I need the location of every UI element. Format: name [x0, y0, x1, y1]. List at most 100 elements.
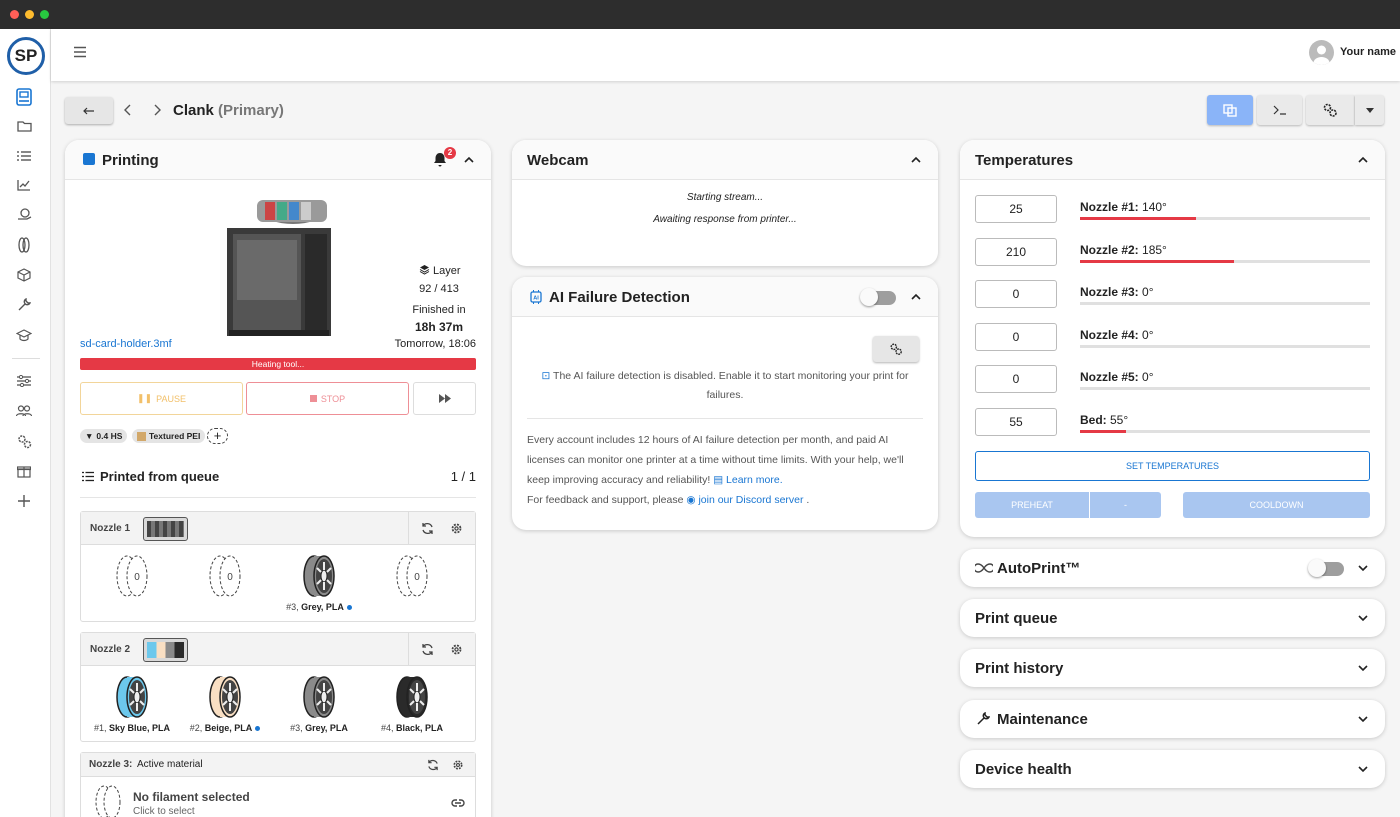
- click-to-select-label[interactable]: Click to select: [133, 806, 195, 817]
- ai-toggle[interactable]: [860, 288, 896, 306]
- stop-button[interactable]: STOP: [246, 382, 409, 415]
- queue-title: Printed from queue: [100, 469, 220, 484]
- nozzle-1-ams-icon[interactable]: [143, 517, 188, 541]
- expand-chevron-icon[interactable]: [1357, 562, 1369, 574]
- filament-spool[interactable]: [207, 675, 243, 719]
- print-history-accordion[interactable]: Print history: [960, 649, 1385, 687]
- avatar[interactable]: [1309, 40, 1334, 65]
- files-icon[interactable]: [15, 117, 33, 135]
- collapse-chevron-icon[interactable]: [1357, 154, 1369, 166]
- spool-hand-icon[interactable]: [15, 206, 33, 224]
- temperature-input[interactable]: 25: [975, 195, 1057, 223]
- device-health-accordion[interactable]: Device health: [960, 750, 1385, 788]
- back-button[interactable]: [65, 97, 113, 124]
- add-icon[interactable]: [15, 492, 33, 510]
- finished-time: Tomorrow, 18:06: [394, 338, 476, 350]
- academy-cap-icon[interactable]: [15, 326, 33, 344]
- finished-value: 18h 37m: [414, 320, 464, 334]
- integrations-gears-icon[interactable]: [15, 432, 33, 450]
- maintenance-accordion[interactable]: Maintenance: [960, 700, 1385, 738]
- temperature-input[interactable]: 210: [975, 238, 1057, 266]
- queue-count: 1 / 1: [450, 469, 476, 484]
- notification-badge: 2: [444, 147, 456, 159]
- queue-list-icon[interactable]: [15, 147, 33, 165]
- refresh-icon[interactable]: [421, 522, 434, 538]
- printers-icon[interactable]: [15, 88, 33, 106]
- autoprint-accordion[interactable]: AutoPrint™: [960, 549, 1385, 587]
- file-link[interactable]: sd-card-holder.3mf: [80, 338, 172, 350]
- gear-icon[interactable]: [452, 759, 464, 774]
- link-icon[interactable]: [451, 797, 465, 811]
- expand-chevron-icon[interactable]: [1357, 713, 1369, 725]
- collapse-chevron-icon[interactable]: [463, 154, 475, 166]
- filament-spool[interactable]: [301, 554, 337, 598]
- nozzle-2-divider: [408, 633, 409, 666]
- stop-label: STOP: [320, 393, 346, 404]
- temperature-input[interactable]: 0: [975, 323, 1057, 351]
- filament-icon[interactable]: [15, 236, 33, 254]
- temperature-label: Nozzle #5: 0°: [1080, 370, 1154, 384]
- progress-text: Heating tool...: [251, 359, 305, 369]
- page-title: Clank (Primary): [173, 102, 284, 119]
- previous-printer-chevron-icon[interactable]: [124, 104, 132, 119]
- preheat-preset-select[interactable]: -: [1090, 492, 1161, 518]
- more-dropdown-button[interactable]: [1355, 95, 1384, 125]
- nozzle-chip[interactable]: ▼ 0.4 HS: [80, 429, 128, 443]
- preheat-button[interactable]: PREHEAT: [975, 492, 1089, 518]
- settings-gears-button[interactable]: [1306, 95, 1354, 125]
- gear-icon[interactable]: [450, 643, 463, 659]
- no-filament-label[interactable]: No filament selected: [133, 790, 250, 804]
- next-printer-chevron-icon[interactable]: [153, 104, 161, 119]
- temperature-input[interactable]: 55: [975, 408, 1057, 436]
- refresh-icon[interactable]: [421, 643, 434, 659]
- temperature-input[interactable]: 0: [975, 280, 1057, 308]
- skip-forward-button[interactable]: [413, 382, 476, 415]
- printer-view-button[interactable]: [1207, 95, 1253, 125]
- menu-icon[interactable]: [73, 46, 87, 60]
- refresh-icon[interactable]: [427, 759, 439, 774]
- wrench-icon[interactable]: [15, 296, 33, 314]
- empty-spool-slot[interactable]: 0: [394, 554, 430, 598]
- empty-spool-slot[interactable]: 0: [114, 554, 150, 598]
- ai-title: AI Failure Detection: [549, 289, 690, 306]
- learn-more-link[interactable]: Learn more.: [726, 474, 783, 486]
- filament-spool[interactable]: [301, 675, 337, 719]
- temperature-bar: [1080, 430, 1370, 433]
- print-queue-accordion[interactable]: Print queue: [960, 599, 1385, 637]
- model-cube-icon[interactable]: [15, 266, 33, 284]
- expand-chevron-icon[interactable]: [1357, 763, 1369, 775]
- maximize-window-button[interactable]: [40, 10, 49, 19]
- add-chip-button[interactable]: +: [207, 428, 228, 444]
- expand-chevron-icon[interactable]: [1357, 612, 1369, 624]
- filament-spool[interactable]: [114, 675, 150, 719]
- ai-settings-button[interactable]: [873, 336, 919, 362]
- team-icon[interactable]: [15, 402, 33, 420]
- temperature-input[interactable]: 0: [975, 365, 1057, 393]
- collapse-chevron-icon[interactable]: [910, 154, 922, 166]
- statistics-icon[interactable]: [15, 176, 33, 194]
- gear-icon[interactable]: [450, 522, 463, 538]
- set-temperatures-button[interactable]: SET TEMPERATURES: [975, 451, 1370, 481]
- empty-spool-slot[interactable]: 0: [207, 554, 243, 598]
- username[interactable]: Your name: [1340, 46, 1396, 58]
- ai-toggle-knob: [860, 288, 878, 306]
- collapse-chevron-icon[interactable]: [910, 291, 922, 303]
- sidebar: SP: [0, 29, 51, 817]
- nozzle-2-ams-icon[interactable]: [143, 638, 188, 662]
- cooldown-button[interactable]: COOLDOWN: [1183, 492, 1370, 518]
- ai-card-header: AI AI Failure Detection: [512, 277, 938, 317]
- nozzle-1-label: Nozzle 1: [90, 523, 131, 534]
- bed-chip[interactable]: Textured PEI: [132, 429, 206, 443]
- nozzle-3-block: Nozzle 3: Active material No filament se…: [80, 752, 476, 817]
- pause-button[interactable]: ❚❚ PAUSE: [80, 382, 243, 415]
- settings-sliders-icon[interactable]: [15, 372, 33, 390]
- autoprint-toggle[interactable]: [1308, 559, 1344, 577]
- filament-spool[interactable]: [394, 675, 430, 719]
- discord-link[interactable]: join our Discord server: [698, 494, 803, 506]
- gift-icon[interactable]: [15, 462, 33, 480]
- close-window-button[interactable]: [10, 10, 19, 19]
- minimize-window-button[interactable]: [25, 10, 34, 19]
- terminal-button[interactable]: [1257, 95, 1302, 125]
- expand-chevron-icon[interactable]: [1357, 662, 1369, 674]
- app-logo[interactable]: SP: [7, 37, 45, 75]
